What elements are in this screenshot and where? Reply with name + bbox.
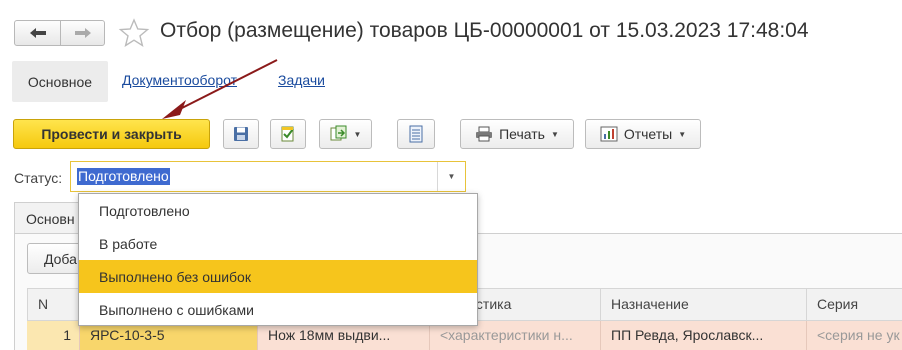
printer-icon [476,126,493,142]
print-button[interactable]: Печать ▼ [460,119,574,149]
reports-button[interactable]: Отчеты ▼ [585,119,701,149]
forward-button[interactable] [60,20,105,46]
favorite-star-icon[interactable] [118,17,150,49]
chevron-down-icon: ▼ [353,129,362,139]
table-cell-destination[interactable]: ПП Ревда, Ярославск... [601,321,807,350]
status-option-prepared[interactable]: Подготовлено [79,194,477,227]
status-dropdown-list: Подготовлено В работе Выполнено без ошиб… [78,193,478,326]
reports-label: Отчеты [623,126,673,142]
arrow-right-icon [74,28,91,38]
column-header-series[interactable]: Серия [807,288,902,321]
tab-docflow[interactable]: Документооборот [122,72,237,88]
tab-main[interactable]: Основное [12,61,108,102]
post-button[interactable] [270,119,306,149]
column-header-n[interactable]: N [27,288,80,321]
arrow-left-icon [29,28,46,38]
chevron-down-icon: ▼ [678,129,687,139]
structure-button[interactable] [397,119,435,149]
chevron-down-icon: ▼ [447,172,456,181]
post-document-icon [281,126,294,142]
list-document-icon [409,125,423,143]
floppy-disk-icon [234,127,248,141]
status-option-in-progress[interactable]: В работе [79,227,477,260]
print-label: Печать [499,126,545,142]
create-based-on-button[interactable]: ▼ [319,119,372,149]
status-field[interactable]: Подготовлено ▼ [70,161,466,192]
page-title: Отбор (размещение) товаров ЦБ-00000001 о… [160,19,809,42]
status-option-done-with-errors[interactable]: Выполнено с ошибками [79,293,477,326]
tab-tasks[interactable]: Задачи [278,72,325,88]
status-label: Статус: [14,170,63,186]
create-based-on-icon [330,125,347,141]
post-and-close-button[interactable]: Провести и закрыть [13,119,210,149]
table-cell-series[interactable]: <серия не ук [807,321,902,350]
back-button[interactable] [14,20,61,46]
status-value: Подготовлено [77,168,170,185]
status-option-done-no-errors[interactable]: Выполнено без ошибок [79,260,477,293]
table-cell-n[interactable]: 1 [27,321,80,350]
save-button[interactable] [223,119,259,149]
chevron-down-icon: ▼ [550,129,559,139]
status-dropdown-button[interactable]: ▼ [437,162,465,191]
column-header-destination[interactable]: Назначение [601,288,807,321]
reports-icon [600,126,618,142]
